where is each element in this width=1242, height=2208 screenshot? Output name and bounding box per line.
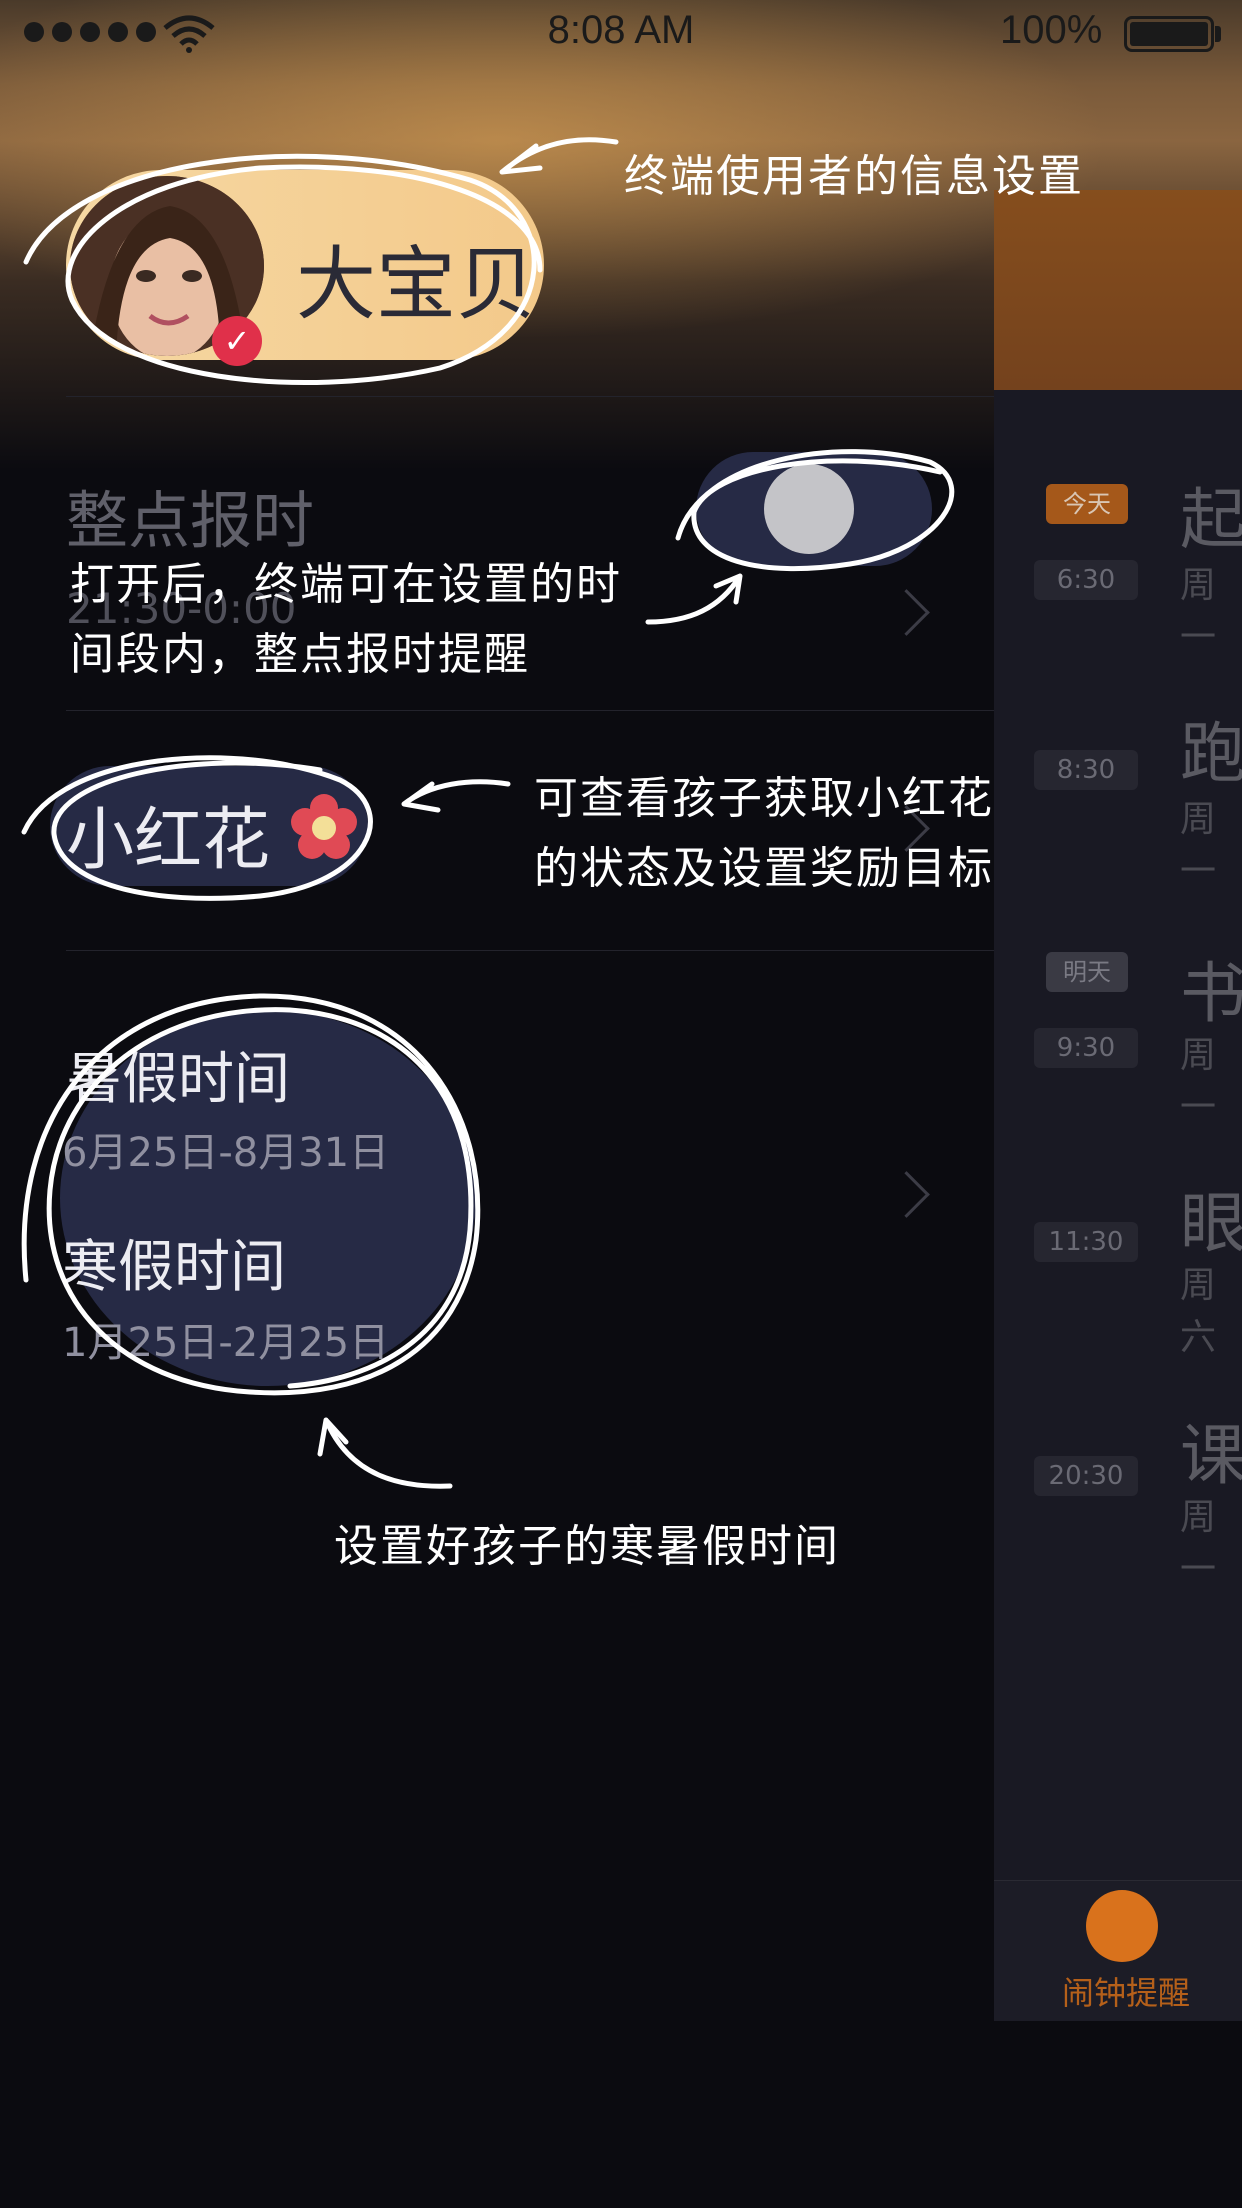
holiday-annotation: 设置好孩子的寒暑假时间 bbox=[334, 1521, 840, 1572]
flower-arrow bbox=[401, 779, 511, 813]
toggle-arrow bbox=[645, 573, 743, 625]
profile-annotation: 终端使用者的信息设置 bbox=[624, 151, 1084, 202]
sketch-overlay bbox=[21, 137, 955, 1489]
flower-sketch-ellipse bbox=[21, 755, 373, 901]
profile-arrow bbox=[499, 137, 619, 175]
profile-sketch-ellipse bbox=[23, 153, 543, 386]
flower-annotation-line1: 可查看孩子获取小红花 bbox=[534, 773, 994, 824]
holiday-sketch-circle bbox=[21, 993, 481, 1396]
flower-annotation-line2: 的状态及设置奖励目标 bbox=[534, 843, 994, 894]
holiday-arrow bbox=[317, 1417, 453, 1489]
chime-annotation-line2: 间段内，整点报时提醒 bbox=[70, 629, 530, 680]
toggle-sketch-ellipse bbox=[675, 449, 955, 572]
chime-annotation-line1: 打开后，终端可在设置的时 bbox=[70, 559, 622, 610]
